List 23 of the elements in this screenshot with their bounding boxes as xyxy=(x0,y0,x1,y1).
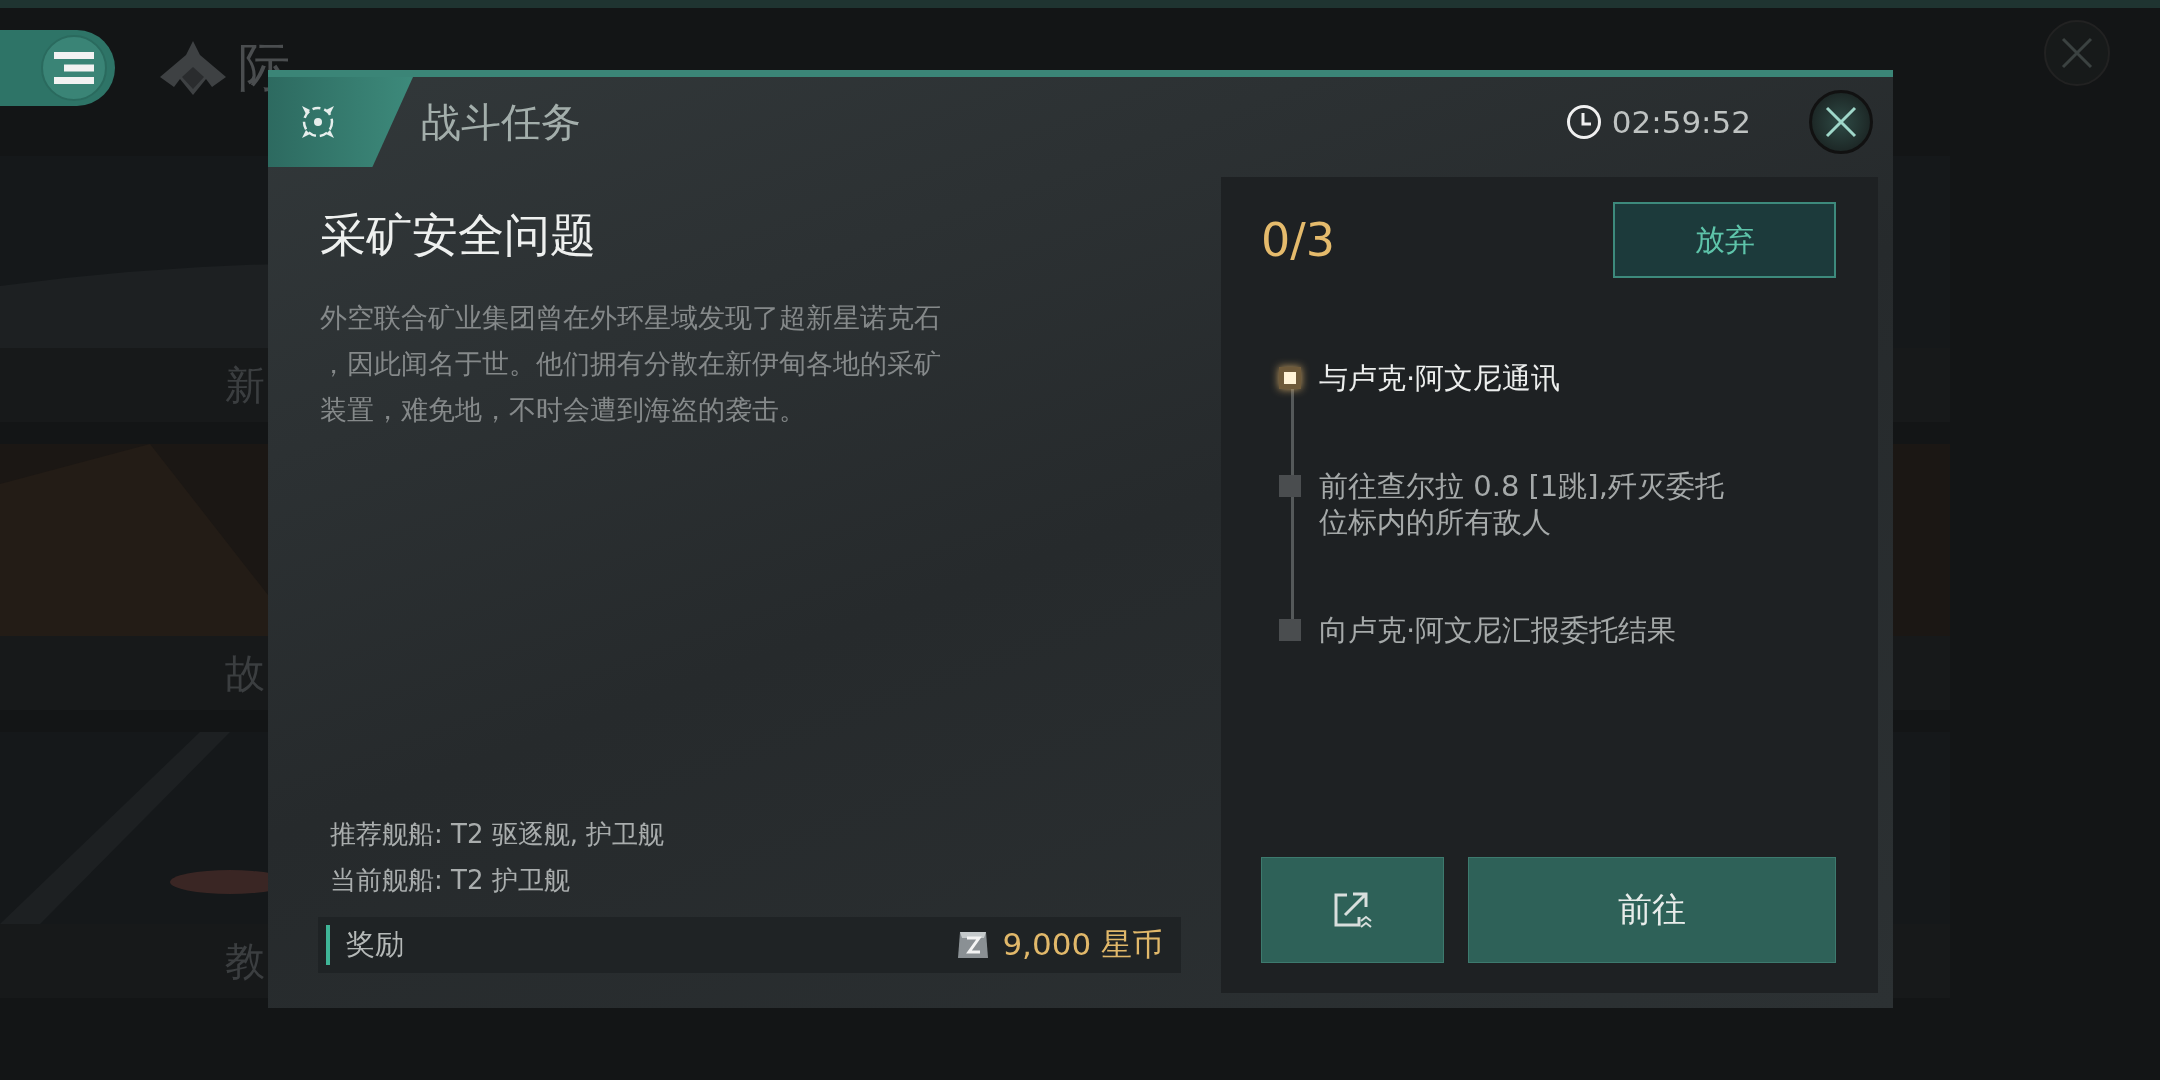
countdown-timer: 02:59:52 xyxy=(1611,104,1751,140)
objective-step: 向卢克·阿文尼汇报委托结果 xyxy=(1319,612,1677,648)
go-button[interactable]: 前往 xyxy=(1468,857,1836,963)
share-icon xyxy=(1332,891,1373,929)
menu-button[interactable] xyxy=(0,30,115,106)
dialog-title: 战斗任务 xyxy=(421,97,581,147)
ship-info: 推荐舰船: T2 驱逐舰, 护卫舰 xyxy=(330,818,666,851)
menu-icon xyxy=(54,52,94,84)
mission-description: 外空联合矿业集团曾在外环星域发现了超新星诺克石，因此闻名于世。他们拥有分散在新伊甸各地的采矿装置，难免地，不时会遭到海盗的袭击。 xyxy=(320,301,941,427)
share-button[interactable] xyxy=(1261,857,1444,963)
reward-label: 奖励 xyxy=(326,925,404,965)
mission-title: 采矿安全问题 xyxy=(320,207,597,264)
reward-amount: 9,000 星币 xyxy=(1002,925,1163,964)
abandon-button[interactable]: 放弃 xyxy=(1613,202,1836,278)
objective-step: 前往查尔拉 0.8 [1跳],歼灭委托位标内的所有敌人 xyxy=(1319,468,1729,540)
ship-info: 当前舰船: T2 护卫舰 xyxy=(330,864,571,897)
objective-step: 与卢克·阿文尼通讯 xyxy=(1319,360,1561,396)
progress-count: 0/3 xyxy=(1261,213,1336,267)
close-icon xyxy=(1824,105,1858,139)
logo-icon xyxy=(160,41,226,95)
coin-icon xyxy=(956,930,991,960)
clock-icon xyxy=(1565,104,1602,140)
close-icon xyxy=(2060,36,2094,70)
